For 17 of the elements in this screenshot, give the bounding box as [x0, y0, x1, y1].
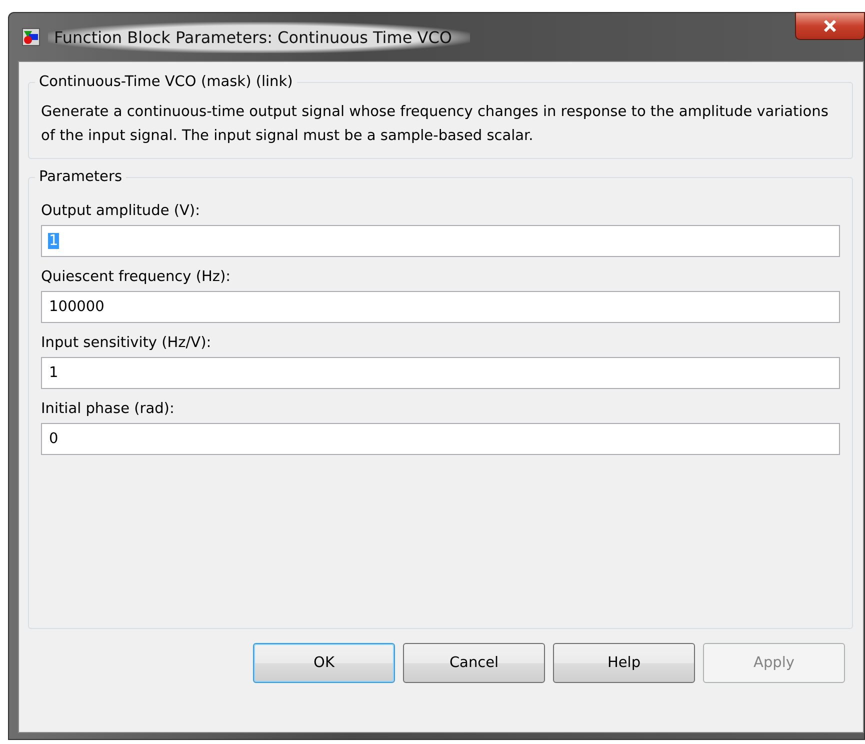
group-title: Parameters: [38, 169, 123, 185]
dialog-button[interactable]: OK: [253, 643, 395, 683]
dialog-button[interactable]: Cancel: [403, 643, 545, 683]
input-field[interactable]: 0: [41, 423, 840, 455]
field-label: Initial phase (rad):: [41, 401, 176, 417]
input-field[interactable]: 1: [41, 357, 840, 389]
close-icon: [823, 20, 837, 32]
description-text: Generate a continuous-time output signal whose frequency changes in response to the amplitude variations of the input signal. The input signal must be a sample-based scalar.: [41, 103, 830, 146]
app-icon: [22, 28, 40, 46]
window-title: Function Block Parameters: Continuous Time VCO: [48, 22, 470, 52]
dialog-button[interactable]: Help: [553, 643, 695, 683]
field-label: Output amplitude (V):: [41, 203, 201, 219]
input-field[interactable]: 100000: [41, 291, 840, 323]
group-title: Continuous-Time VCO (mask) (link): [38, 74, 294, 90]
field-label: Input sensitivity (Hz/V):: [41, 335, 212, 351]
field-label: Quiescent frequency (Hz):: [41, 269, 232, 285]
close-button[interactable]: [795, 12, 865, 40]
